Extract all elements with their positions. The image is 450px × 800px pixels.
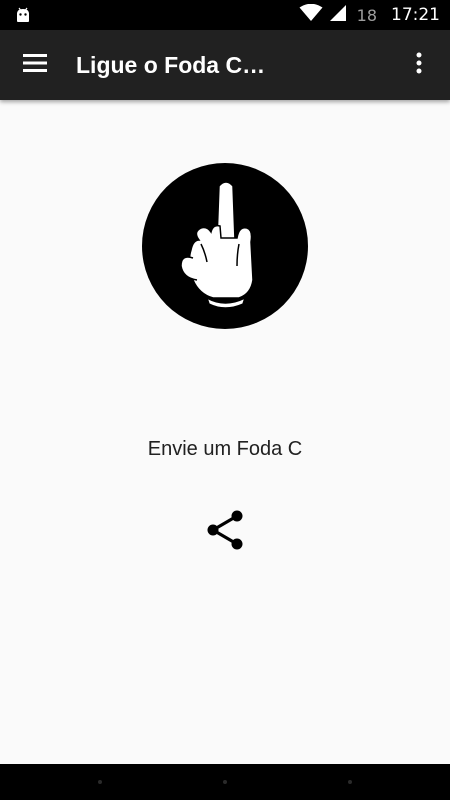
app-screen: 18 17:21 Ligue o Foda C… Envie um Foda C [0,0,450,800]
more-vert-icon [416,52,422,79]
android-robot-icon [14,6,32,24]
hamburger-menu-icon [23,53,47,78]
share-button[interactable] [201,508,249,556]
recents-button[interactable] [348,780,352,784]
home-button[interactable] [223,780,227,784]
navigation-bar [0,764,450,800]
status-icons: 18 17:21 [299,0,440,30]
overflow-menu-button[interactable] [398,44,440,86]
share-icon [206,510,244,555]
app-bar: Ligue o Foda C… [0,30,450,100]
battery-level: 18 [356,5,377,25]
wifi-icon [299,3,323,27]
status-bar: 18 17:21 [0,0,450,30]
middle-finger-logo-icon [141,162,309,330]
clock: 17:21 [391,5,440,25]
app-title: Ligue o Foda C… [76,52,266,78]
message-text: Envie um Foda C [147,438,303,460]
cell-signal-icon [329,4,347,27]
menu-button[interactable] [14,44,56,86]
back-button[interactable] [98,780,102,784]
